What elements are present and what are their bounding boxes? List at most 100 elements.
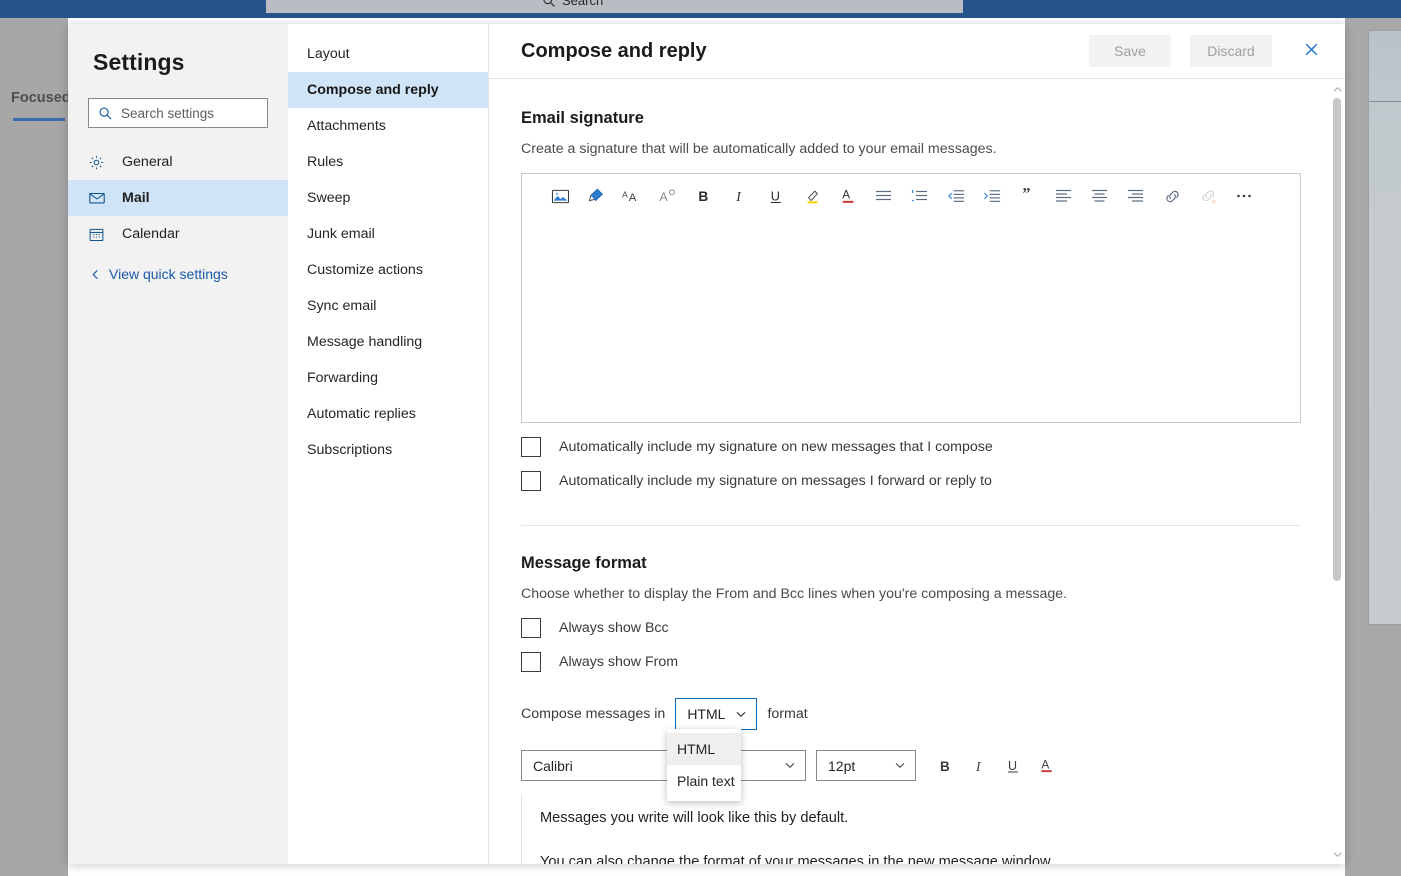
- dropdown-option-plain-text[interactable]: Plain text: [667, 765, 741, 797]
- svg-text:I: I: [735, 189, 742, 204]
- search-icon: [542, 0, 556, 8]
- signature-new-messages-checkbox[interactable]: [521, 437, 541, 457]
- signature-new-messages-row: Automatically include my signature on ne…: [521, 437, 1301, 457]
- svg-text:B: B: [698, 189, 708, 204]
- scrollbar-thumb[interactable]: [1333, 98, 1341, 581]
- tab-attachments[interactable]: Attachments: [288, 108, 488, 144]
- tab-customize-actions[interactable]: Customize actions: [288, 252, 488, 288]
- dropdown-option-html[interactable]: HTML: [667, 733, 741, 765]
- section-divider: [521, 525, 1301, 526]
- font-color-icon[interactable]: A: [830, 180, 866, 212]
- content-scrollbar[interactable]: [1329, 79, 1345, 864]
- align-left-icon[interactable]: [1046, 180, 1082, 212]
- preview-line: Messages you write will look like this b…: [540, 810, 849, 826]
- tab-sweep[interactable]: Sweep: [288, 180, 488, 216]
- scroll-up-arrow-icon[interactable]: [1329, 81, 1345, 97]
- tab-forwarding[interactable]: Forwarding: [288, 360, 488, 396]
- save-button[interactable]: Save: [1089, 35, 1171, 67]
- category-label: Subscriptions: [307, 442, 393, 458]
- category-label: Forwarding: [307, 370, 378, 386]
- more-options-icon[interactable]: [1226, 180, 1262, 212]
- discard-button[interactable]: Discard: [1190, 35, 1272, 67]
- settings-nav-list: General Mail Calendar: [68, 144, 288, 252]
- italic-icon[interactable]: I: [962, 751, 996, 781]
- bulleted-list-icon[interactable]: [866, 180, 902, 212]
- quote-icon[interactable]: ”: [1010, 180, 1046, 212]
- bold-icon[interactable]: B: [928, 751, 962, 781]
- underline-icon[interactable]: U: [758, 180, 794, 212]
- option-label: HTML: [677, 741, 716, 757]
- chevron-left-icon: [90, 269, 101, 280]
- tab-compose-and-reply[interactable]: Compose and reply: [288, 72, 488, 108]
- always-show-bcc-row: Always show Bcc: [521, 618, 1301, 638]
- content-body: Email signature Create a signature that …: [489, 79, 1345, 864]
- view-quick-settings-link[interactable]: View quick settings: [90, 266, 288, 282]
- category-label: Junk email: [307, 226, 375, 242]
- screen-root: Focused Search Settings Search settings …: [0, 0, 1401, 876]
- category-label: Customize actions: [307, 262, 423, 278]
- chevron-down-icon: [735, 708, 747, 720]
- font-family-value: Calibri: [533, 757, 573, 774]
- tab-automatic-replies[interactable]: Automatic replies: [288, 396, 488, 432]
- tab-message-handling[interactable]: Message handling: [288, 324, 488, 360]
- align-center-icon[interactable]: [1082, 180, 1118, 212]
- checkbox-label: Automatically include my signature on me…: [559, 473, 992, 489]
- align-right-icon[interactable]: [1118, 180, 1154, 212]
- settings-search[interactable]: [88, 98, 268, 128]
- tab-rules[interactable]: Rules: [288, 144, 488, 180]
- clear-formatting-icon[interactable]: A: [650, 180, 686, 212]
- svg-text:I: I: [975, 759, 982, 774]
- focused-tab[interactable]: Focused: [11, 90, 71, 106]
- search-icon: [99, 106, 112, 120]
- signature-reply-forward-row: Automatically include my signature on me…: [521, 471, 1301, 491]
- tab-layout[interactable]: Layout: [288, 36, 488, 72]
- scroll-down-arrow-icon[interactable]: [1329, 846, 1345, 862]
- signature-reply-forward-checkbox[interactable]: [521, 471, 541, 491]
- italic-icon[interactable]: I: [722, 180, 758, 212]
- decrease-indent-icon[interactable]: [938, 180, 974, 212]
- bold-icon[interactable]: B: [686, 180, 722, 212]
- compose-format-row: Compose messages in HTML format HTML Pla…: [521, 698, 1301, 801]
- close-button[interactable]: [1291, 31, 1331, 71]
- svg-text:U: U: [771, 188, 780, 203]
- insert-link-icon[interactable]: [1154, 180, 1190, 212]
- search-input[interactable]: [121, 105, 261, 121]
- font-settings-row: Calibri 12pt B I U A: [521, 750, 1301, 781]
- checkbox-label: Always show Bcc: [559, 620, 669, 636]
- message-format-dropdown[interactable]: HTML: [675, 698, 758, 730]
- tab-junk-email[interactable]: Junk email: [288, 216, 488, 252]
- page-title: Compose and reply: [521, 39, 707, 62]
- numbered-list-icon[interactable]: [902, 180, 938, 212]
- settings-category-pane: Layout Compose and reply Attachments Rul…: [288, 24, 489, 864]
- signature-editor-canvas[interactable]: [522, 218, 1300, 422]
- background-reading-pane-card: [1368, 30, 1401, 625]
- sidebar-item-calendar[interactable]: Calendar: [68, 216, 288, 252]
- compose-suffix-label: format: [767, 706, 808, 722]
- underline-icon[interactable]: U: [996, 751, 1030, 781]
- global-search-box[interactable]: Search: [266, 0, 963, 13]
- sidebar-item-general[interactable]: General: [68, 144, 288, 180]
- highlight-icon[interactable]: [794, 180, 830, 212]
- close-icon: [1303, 41, 1320, 61]
- category-label: Sweep: [307, 190, 351, 206]
- format-painter-icon[interactable]: [578, 180, 614, 212]
- tab-subscriptions[interactable]: Subscriptions: [288, 432, 488, 468]
- increase-indent-icon[interactable]: [974, 180, 1010, 212]
- tab-sync-email[interactable]: Sync email: [288, 288, 488, 324]
- insert-image-icon[interactable]: [542, 180, 578, 212]
- email-signature-description: Create a signature that will be automati…: [521, 141, 997, 157]
- font-size-dropdown[interactable]: 12pt: [816, 750, 916, 781]
- background-dim-left: [0, 18, 68, 876]
- font-size-icon[interactable]: A A: [614, 180, 650, 212]
- sidebar-item-label: Calendar: [122, 226, 180, 242]
- checkbox-label: Automatically include my signature on ne…: [559, 439, 993, 455]
- always-show-bcc-checkbox[interactable]: [521, 618, 541, 638]
- category-label: Sync email: [307, 298, 377, 314]
- chevron-down-icon: [784, 758, 796, 774]
- checkbox-label: Always show From: [559, 654, 679, 670]
- sidebar-item-mail[interactable]: Mail: [68, 180, 288, 216]
- always-show-from-checkbox[interactable]: [521, 652, 541, 672]
- settings-nav-pane: Settings General: [68, 24, 288, 864]
- font-color-icon[interactable]: A: [1030, 751, 1064, 781]
- font-family-dropdown[interactable]: Calibri: [521, 750, 806, 781]
